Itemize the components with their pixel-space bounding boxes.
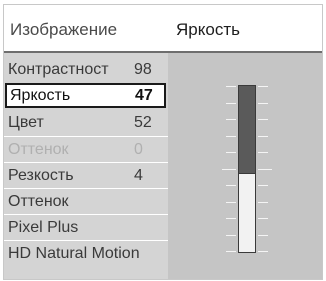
scale-tick — [226, 251, 236, 252]
menu-item-pixel-plus[interactable]: Pixel Plus — [4, 215, 168, 240]
scale-tick — [258, 235, 268, 236]
menu-item-hue: Оттенок 0 — [4, 137, 168, 162]
scale-tick — [258, 152, 268, 153]
scale-tick — [258, 202, 268, 203]
scale-tick — [258, 86, 268, 87]
scale-tick — [226, 86, 236, 87]
menu-item-hd-natural-motion[interactable]: HD Natural Motion — [4, 241, 168, 266]
scale-tick — [226, 103, 236, 104]
scale-tick — [226, 185, 236, 186]
menu-item-label: Оттенок — [8, 193, 69, 210]
brightness-slider-fill — [239, 173, 255, 252]
scale-tick — [258, 103, 268, 104]
brightness-slider[interactable] — [238, 85, 256, 253]
menu-item-value: 47 — [135, 87, 153, 104]
scale-tick — [226, 119, 236, 120]
scale-tick — [258, 185, 268, 186]
scale-tick — [226, 235, 236, 236]
menu-item-value: 4 — [134, 167, 143, 184]
scale-tick — [258, 218, 268, 219]
scale-tick — [222, 169, 236, 170]
menu-item-value: 0 — [134, 141, 143, 158]
menu-item-tint[interactable]: Оттенок — [4, 189, 168, 214]
menu-item-label: Оттенок — [8, 141, 69, 158]
scale-tick — [226, 202, 236, 203]
settings-list: Контрастност 98 Яркость 47 Цвет 52 Оттен… — [4, 53, 168, 279]
menu-item-label: HD Natural Motion — [8, 245, 140, 262]
scale-tick — [258, 251, 268, 252]
scale-tick — [226, 136, 236, 137]
scale-tick — [258, 169, 272, 170]
menu-item-contrast[interactable]: Контрастност 98 — [4, 57, 168, 82]
menu-item-label: Резкость — [8, 167, 74, 184]
menu-item-sharpness[interactable]: Резкость 4 — [4, 163, 168, 188]
menu-item-label: Цвет — [8, 114, 44, 131]
menu-item-label: Яркость — [10, 87, 71, 104]
scale-tick — [226, 152, 236, 153]
menu-item-label: Pixel Plus — [8, 219, 79, 236]
menu-item-value: 98 — [134, 61, 152, 78]
menu-title: Изображение — [10, 20, 118, 39]
brightness-panel — [168, 53, 322, 279]
scale-tick — [258, 136, 268, 137]
menu-item-label: Контрастност — [8, 61, 109, 78]
menu-item-color[interactable]: Цвет 52 — [4, 110, 168, 135]
menu-header: Изображение Яркость — [4, 5, 322, 53]
menu-item-brightness[interactable]: Яркость 47 — [5, 83, 166, 108]
tv-settings-frame: Изображение Яркость Контрастност 98 Ярко… — [3, 4, 323, 280]
detail-title: Яркость — [176, 20, 240, 39]
scale-tick — [258, 119, 268, 120]
scale-tick — [226, 218, 236, 219]
menu-item-value: 52 — [134, 114, 152, 131]
